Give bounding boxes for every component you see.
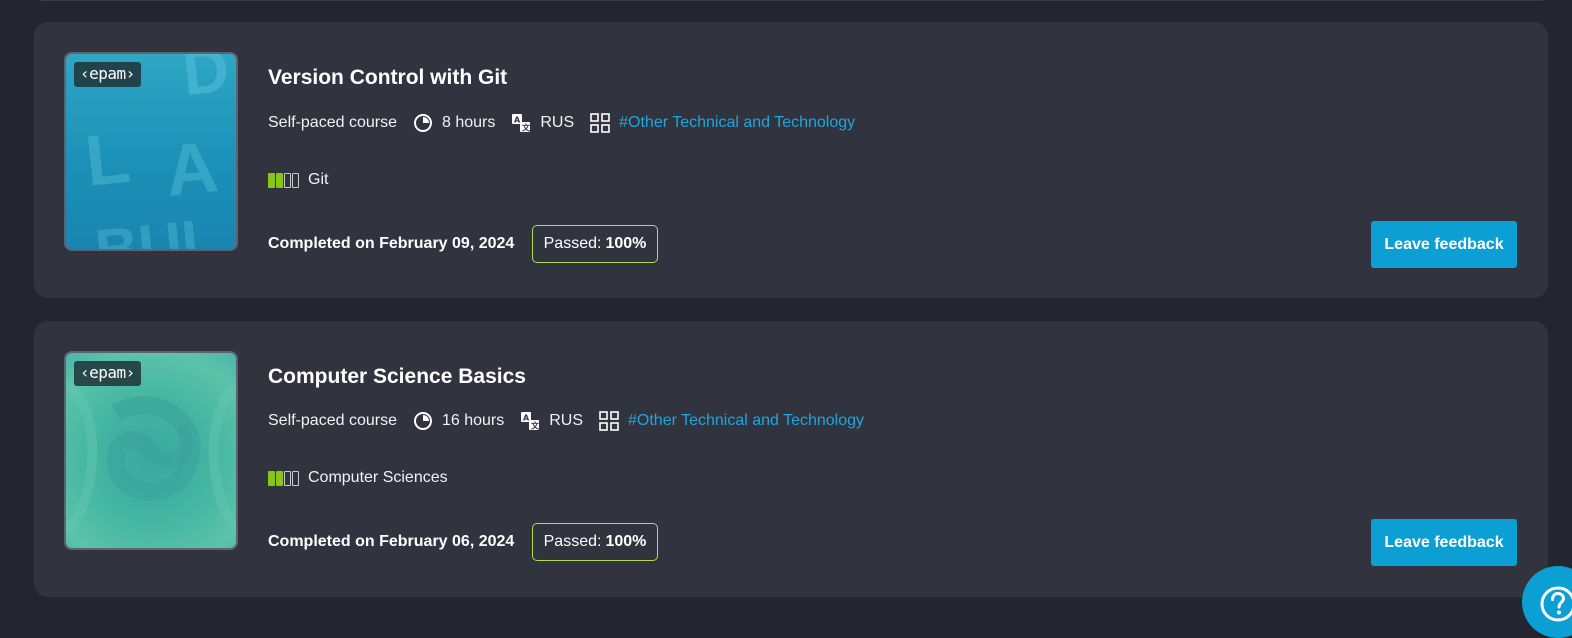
clock-icon [413, 412, 432, 430]
translate-icon: A 文 [512, 114, 531, 133]
skill-row: Git [268, 171, 328, 189]
grid-icon [590, 113, 610, 133]
course-title[interactable]: Computer Science Basics [268, 365, 526, 389]
passed-value: 100% [605, 533, 647, 550]
course-category: #Other Technical and Technology [590, 113, 855, 133]
course-thumbnail[interactable]: D L A BUI ‹epam› [64, 52, 238, 251]
completed-date: Completed on February 06, 2024 [268, 533, 515, 550]
svg-text:文: 文 [531, 421, 540, 431]
thumb-letter: L [82, 118, 134, 202]
course-title[interactable]: Version Control with Git [268, 66, 507, 90]
course-category: #Other Technical and Technology [599, 411, 864, 431]
language-label: RUS [540, 114, 575, 131]
course-type-label: Self-paced course [268, 412, 397, 429]
course-type: Self-paced course [268, 412, 397, 430]
course-card: D L A BUI ‹epam› Version Control with Gi… [34, 22, 1548, 298]
category-tag-link[interactable]: #Other Technical and Technology [628, 412, 864, 430]
thumb-letter: BUI [92, 208, 202, 251]
duration-label: 16 hours [441, 412, 505, 429]
language-label: RUS [549, 412, 584, 429]
skill-label: Git [308, 171, 329, 188]
epam-logo: ‹epam› [74, 62, 141, 87]
passed-label: Passed: [543, 235, 602, 252]
duration-label: 8 hours [441, 114, 496, 131]
question-icon [1540, 586, 1572, 622]
svg-text:文: 文 [522, 123, 531, 133]
grid-icon [599, 411, 619, 431]
completed-date: Completed on February 09, 2024 [268, 235, 515, 252]
leave-feedback-button[interactable]: Leave feedback [1371, 221, 1517, 268]
course-meta: Self-paced course 8 hours A 文 RUS #Other… [268, 113, 871, 133]
course-duration: 8 hours [413, 113, 495, 133]
previous-course-card [34, 0, 1548, 1]
epam-logo: ‹epam› [74, 361, 141, 386]
passed-value: 100% [605, 235, 647, 252]
passed-badge: Passed: 100% [532, 225, 658, 263]
course-language: A 文 RUS [520, 411, 583, 431]
thumb-letter: A [162, 127, 222, 212]
translate-icon: A 文 [521, 412, 540, 431]
course-type: Self-paced course [268, 114, 397, 132]
leave-feedback-button[interactable]: Leave feedback [1371, 519, 1517, 566]
thumb-letter: D [179, 54, 232, 109]
course-language: A 文 RUS [511, 113, 574, 133]
passed-label: Passed: [543, 533, 602, 550]
skill-level-indicator [268, 470, 300, 486]
course-card: ‹epam› Computer Science Basics Self-pace… [34, 321, 1548, 597]
category-tag-link[interactable]: #Other Technical and Technology [619, 114, 855, 132]
clock-icon [413, 114, 432, 132]
skill-row: Computer Sciences [268, 469, 448, 487]
svg-text:A: A [514, 116, 521, 125]
course-thumbnail[interactable]: ‹epam› [64, 351, 238, 550]
skill-label: Computer Sciences [308, 469, 448, 486]
course-duration: 16 hours [413, 411, 504, 431]
course-meta: Self-paced course 16 hours A 文 RUS #Othe… [268, 411, 880, 431]
svg-text:A: A [523, 414, 530, 423]
passed-badge: Passed: 100% [532, 523, 658, 561]
skill-level-indicator [268, 172, 300, 188]
course-type-label: Self-paced course [268, 114, 397, 131]
